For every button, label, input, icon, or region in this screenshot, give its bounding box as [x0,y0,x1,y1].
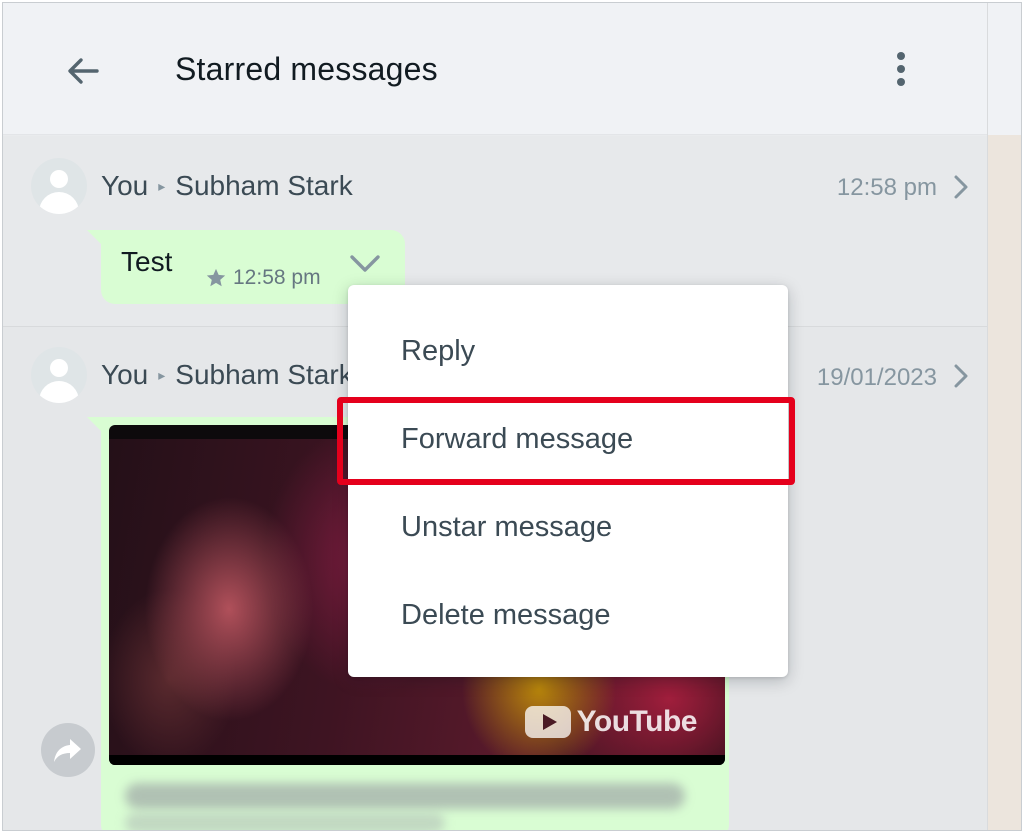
watermark-text: YouTube [576,705,698,738]
chevron-right-icon[interactable] [949,361,973,391]
header-bar: Starred messages [3,3,987,135]
forward-icon [54,739,81,762]
arrow-left-icon [68,58,99,84]
avatar [31,347,87,403]
menu-button[interactable] [881,43,921,95]
app-window: Starred messages You ▸ Subham Stark 12:5… [2,2,1022,831]
message-timestamp: 12:58 pm [836,174,937,201]
message-context-menu: Reply Forward message Unstar message Del… [348,285,788,677]
message-meta: 12:58 pm [205,266,325,290]
avatar [31,158,87,214]
recipient-name: Subham Stark [175,170,353,201]
forward-button[interactable] [41,723,95,777]
kebab-menu-icon [897,52,905,86]
star-icon [206,268,226,287]
menu-item-delete[interactable]: Delete message [348,571,788,659]
message-header: You ▸ Subham Stark [101,359,353,391]
menu-item-reply[interactable]: Reply [348,307,788,395]
youtube-watermark: YouTube [524,705,698,739]
menu-item-unstar[interactable]: Unstar message [348,483,788,571]
message-text: Test [121,246,173,277]
sender-name: You [101,359,149,390]
conversation-panel-edge [987,3,1021,830]
message-header: You ▸ Subham Stark [101,170,353,202]
back-button[interactable] [59,47,107,95]
message-time: 12:58 pm [233,266,321,289]
blurred-caption [125,783,685,809]
page-title: Starred messages [175,51,438,87]
chevron-right-icon[interactable] [949,172,973,202]
chevron-down-icon[interactable] [347,248,383,278]
play-icon [524,706,571,738]
sender-name: You [101,170,149,201]
blurred-caption [125,813,445,830]
recipient-name: Subham Stark [175,359,353,390]
arrow-right-small-icon: ▸ [158,366,166,383]
message-timestamp: 19/01/2023 [816,364,937,391]
arrow-right-small-icon: ▸ [158,177,166,194]
menu-item-forward[interactable]: Forward message [348,395,788,483]
